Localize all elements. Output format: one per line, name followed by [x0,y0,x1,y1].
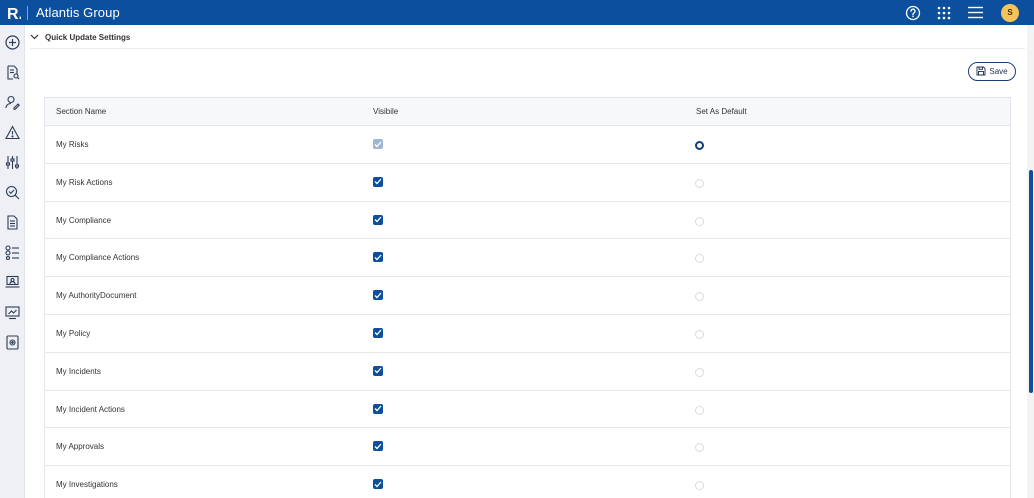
checkmark-icon [374,254,382,261]
visible-checkbox[interactable] [373,214,383,225]
app-title: Atlantis Group [36,5,120,20]
save-label: Save [989,67,1008,76]
document-search-icon[interactable] [4,64,21,81]
warning-icon[interactable] [4,124,21,141]
checkmark-icon [374,443,382,450]
section-name-cell: My Compliance Actions [56,253,140,263]
table-row: My Investigations [45,466,1010,498]
section-name-cell: My Approvals [56,442,105,452]
checkmark-icon [374,330,382,336]
set-default-radio[interactable] [695,329,704,339]
table-row: My Compliance [45,202,1010,240]
chevron-down-icon [30,32,40,42]
section-name-cell: My Investigations [56,480,118,490]
set-default-radio[interactable] [695,443,704,453]
column-header-visible: Visibile [373,107,399,116]
chart-screen-icon[interactable] [4,304,21,321]
checkmark-icon [374,178,382,185]
checkmark-icon [374,481,382,488]
column-header-default: Set As Default [696,107,747,116]
user-edit-icon[interactable] [4,94,21,111]
monitor-user-icon[interactable] [4,274,21,291]
table-row: My Risks [45,126,1010,164]
help-icon[interactable] [904,4,922,22]
section-name-cell: My Compliance [56,215,112,225]
set-default-radio[interactable] [695,141,704,150]
scrollbar-thumb[interactable] [1029,170,1033,393]
table-header: Section Name Visibile Set As Default [45,98,1010,126]
table-body: My Risks My Risk Actions My Compliance My C… [45,126,1010,498]
brand-logo[interactable]: R. [5,4,22,21]
table-row: My AuthorityDocument [45,277,1010,315]
menu-icon[interactable] [966,4,984,22]
set-default-radio[interactable] [695,405,704,415]
table-row: My Policy [45,315,1010,353]
set-default-radio[interactable] [695,216,704,226]
save-icon [976,63,986,81]
set-default-radio[interactable] [695,254,704,264]
visible-checkbox[interactable] [373,441,383,452]
visible-checkbox[interactable] [373,252,383,263]
visible-checkbox[interactable] [373,365,383,376]
brand-separator [27,5,28,20]
table-row: My Approvals [45,428,1010,467]
section-name-cell: My Incident Actions [56,404,125,414]
checklist-icon[interactable] [4,244,21,261]
checkmark-icon [374,216,382,223]
visible-checkbox[interactable] [373,290,383,301]
visible-checkbox[interactable] [373,479,383,490]
set-default-radio[interactable] [695,178,704,188]
main-content: Quick Update Settings Save Section Name … [25,25,1027,498]
section-name-cell: My Policy [56,328,91,338]
set-default-radio[interactable] [695,367,704,377]
section-toggle[interactable]: Quick Update Settings [30,29,130,45]
apps-grid-icon[interactable] [935,4,953,22]
visible-checkbox [373,139,383,149]
sidebar [0,25,25,498]
visible-checkbox[interactable] [373,176,383,187]
section-name-cell: My Risk Actions [56,177,113,187]
checkmark-icon [374,367,382,374]
user-avatar[interactable]: S [1001,3,1019,22]
search-check-icon[interactable] [4,184,21,201]
column-header-section-name: Section Name [56,107,107,116]
visible-checkbox[interactable] [373,327,383,338]
table-row: My Incident Actions [45,391,1010,429]
set-default-radio[interactable] [695,481,704,491]
visible-checkbox[interactable] [373,403,383,414]
section-name-cell: My AuthorityDocument [56,291,137,301]
section-name-cell: My Risks [56,140,89,149]
document-gear-icon[interactable] [4,334,21,351]
section-name-cell: My Incidents [56,366,101,376]
table-row: My Compliance Actions [45,239,1010,278]
top-actions: S [904,0,1034,25]
settings-table: Section Name Visibile Set As Default My … [44,97,1011,498]
report-icon[interactable] [4,214,21,231]
set-default-radio[interactable] [695,292,704,302]
table-row: My Incidents [45,353,1010,391]
app-root: R. Atlantis Group S [0,0,1034,498]
checkmark-icon [374,292,382,299]
sliders-icon[interactable] [4,154,21,171]
top-bar: R. Atlantis Group S [0,0,1034,25]
table-row: My Risk Actions [45,164,1010,202]
checkmark-icon [374,405,382,412]
section-divider [30,48,1025,49]
svg-text:R.: R. [7,6,21,21]
add-circle-icon[interactable] [4,34,21,51]
section-title: Quick Update Settings [45,32,131,42]
checkmark-icon [374,141,382,147]
save-button[interactable]: Save [968,62,1016,81]
